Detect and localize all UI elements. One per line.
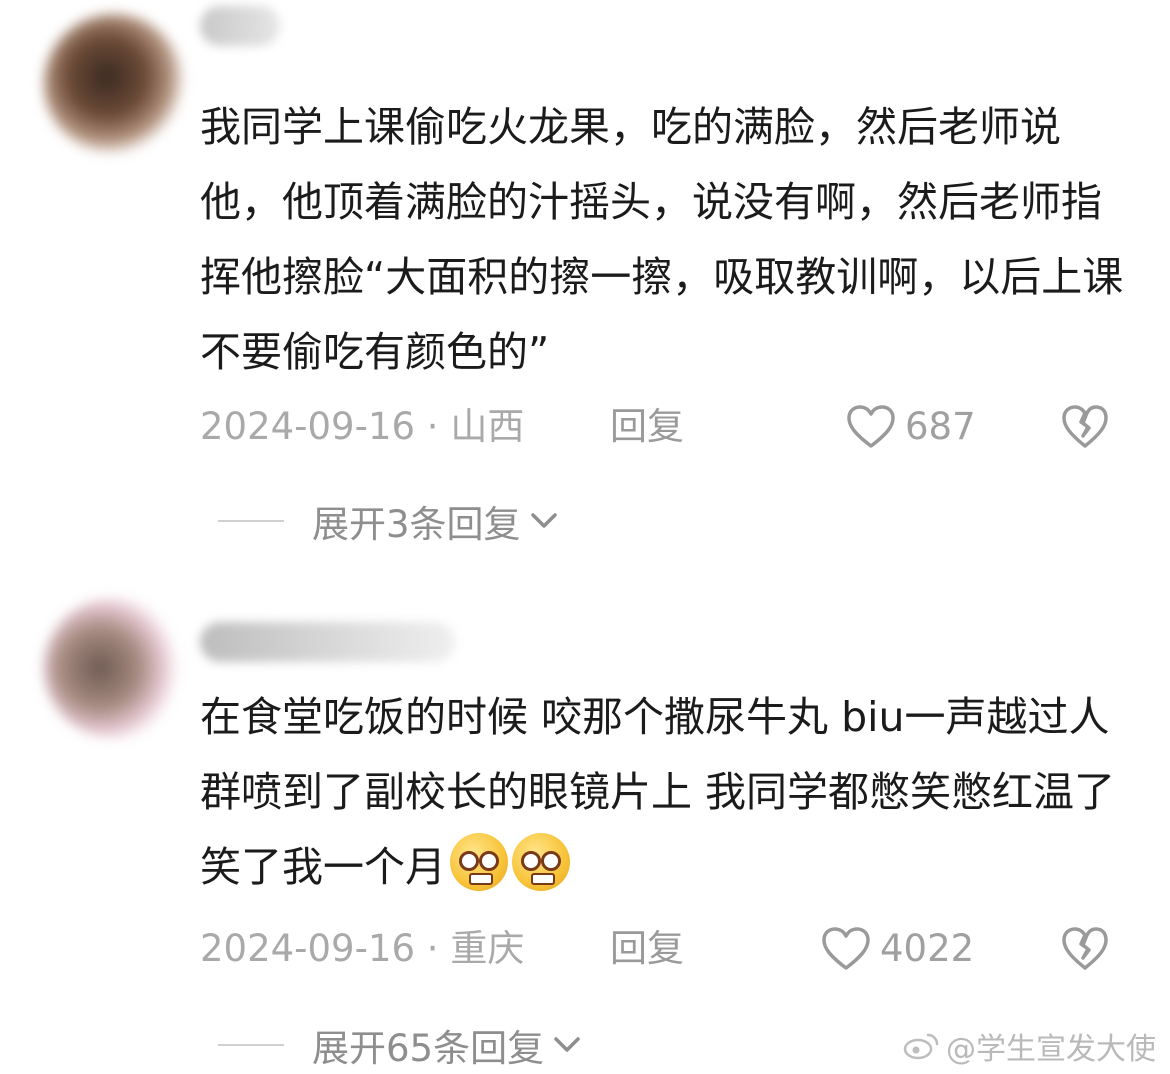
like-button[interactable]: 4022 [820,924,974,974]
expand-divider [218,520,284,522]
broken-heart-icon [1062,405,1108,448]
comment-text-content: 在食堂吃饭的时候 咬那个撒尿牛丸 biu一声越过人群喷到了副校长的眼镜片上 我同… [200,693,1116,891]
expand-divider [218,1044,284,1046]
expand-replies-label: 展开3条回复 [312,503,521,546]
comment-text: 我同学上课偷吃火龙果，吃的满脸，然后老师说他，他顶着满脸的汁摇头，说没有啊，然后… [200,103,1124,376]
comment-meta: 2024-09-16 · 山西 回复 687 [200,402,1110,452]
watermark-text: @学生宣发大使 [946,1032,1156,1067]
comment-date-location: 2024-09-16 · 重庆 [200,924,524,974]
username-blurred[interactable] [200,6,280,46]
like-count: 687 [905,405,976,448]
dislike-button[interactable] [1060,404,1110,463]
chevron-down-icon [530,513,557,528]
pleading-face-emoji [450,833,508,891]
expand-replies-button[interactable]: 展开65条回复 [218,1020,584,1070]
username-blurred[interactable] [200,622,455,662]
dislike-button[interactable] [1060,926,1110,985]
expand-replies-button[interactable]: 展开3条回复 [218,496,561,546]
comment-location: 重庆 [450,927,525,970]
meta-separator: · [415,927,451,970]
comment-date: 2024-09-16 [200,405,416,448]
chevron-down-icon [554,1037,580,1052]
reply-button[interactable]: 回复 [610,924,684,974]
comment-text: 在食堂吃饭的时候 咬那个撒尿牛丸 biu一声越过人群喷到了副校长的眼镜片上 我同… [200,680,1125,905]
heart-outline-icon [847,405,895,448]
pleading-face-emoji [512,833,570,891]
comment-meta: 2024-09-16 · 重庆 回复 4022 [200,924,1110,974]
avatar[interactable] [44,14,184,154]
expand-replies-label: 展开65条回复 [312,1027,545,1070]
comment-date-location: 2024-09-16 · 山西 [200,402,524,452]
broken-heart-icon [1062,927,1108,970]
weibo-logo-icon [903,1033,939,1060]
comment-location: 山西 [450,405,525,448]
reply-button[interactable]: 回复 [610,402,684,452]
watermark: @学生宣发大使 [902,1024,1156,1068]
like-button[interactable]: 687 [845,402,976,452]
heart-outline-icon [822,927,870,970]
avatar[interactable] [44,598,184,738]
like-count: 4022 [880,927,975,970]
meta-separator: · [415,405,451,448]
comment-date: 2024-09-16 [200,927,416,970]
